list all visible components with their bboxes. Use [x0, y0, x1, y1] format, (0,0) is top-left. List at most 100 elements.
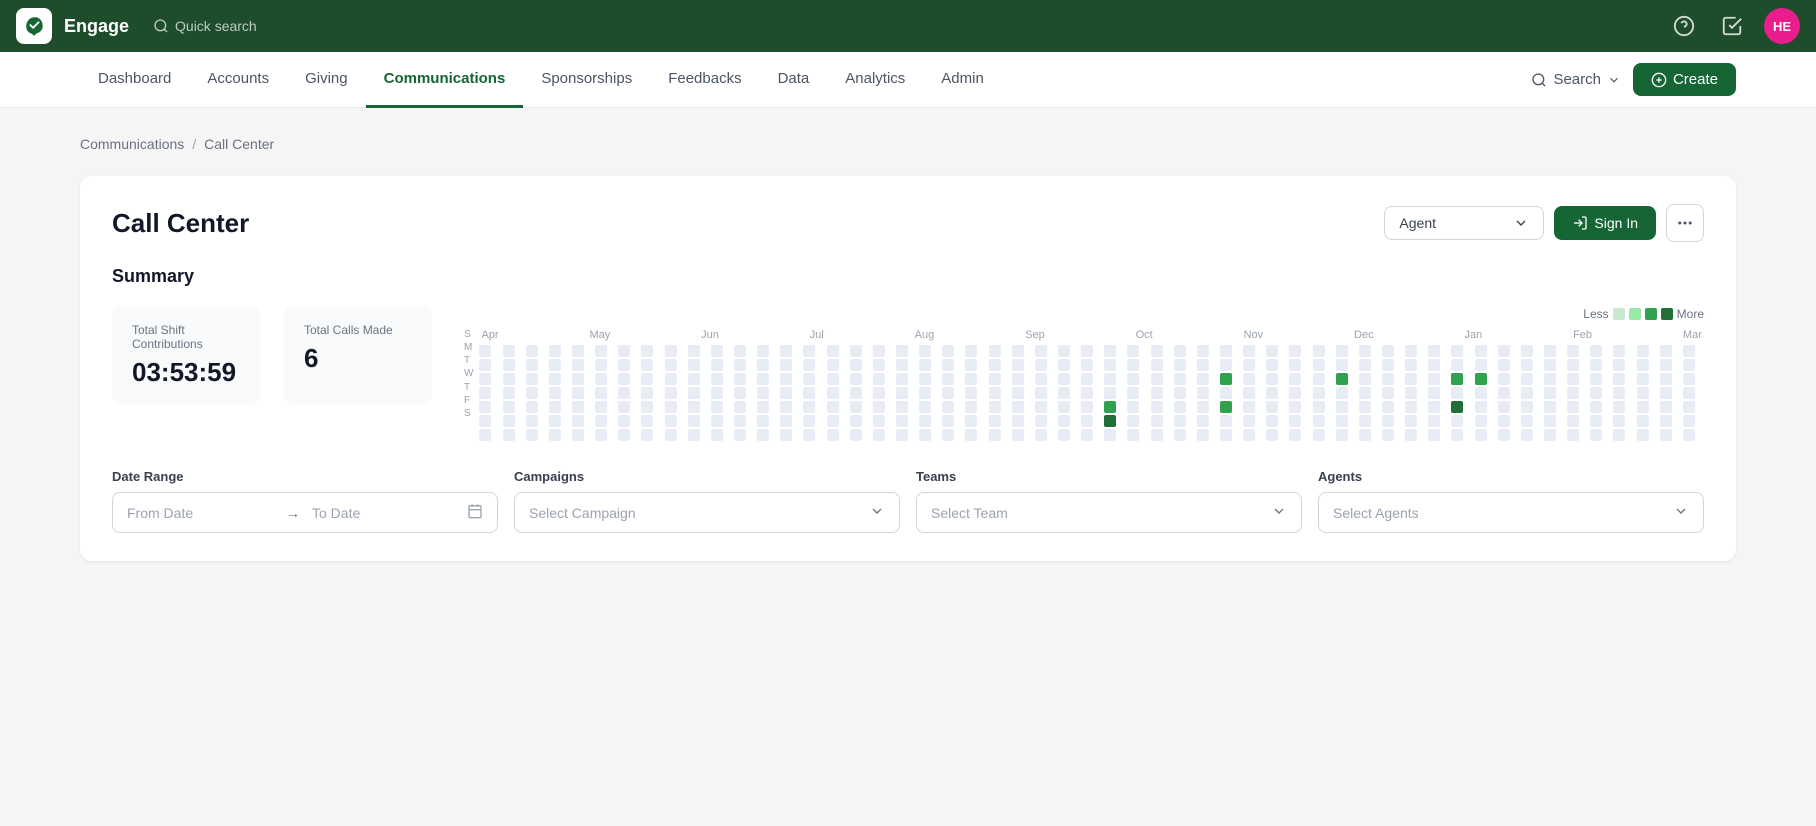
sign-in-button[interactable]: Sign In: [1554, 206, 1656, 240]
heatmap-cell: [1220, 429, 1232, 441]
heatmap-cell: [1289, 359, 1301, 371]
heatmap-cell: [873, 429, 885, 441]
heatmap-cell: [942, 415, 954, 427]
heatmap-cell: [1382, 415, 1394, 427]
heatmap-cell: [1127, 345, 1139, 357]
heatmap-cell: [526, 401, 538, 413]
heatmap-cell: [1058, 359, 1070, 371]
heatmap-cell: [896, 401, 908, 413]
heatmap-cell: [1498, 401, 1510, 413]
heatmap-cell: [1544, 373, 1556, 385]
create-button[interactable]: Create: [1633, 63, 1736, 96]
heatmap-cell: [711, 387, 723, 399]
heatmap-cell: [618, 345, 630, 357]
heatmap-cell: [641, 401, 653, 413]
heatmap-cell: [1197, 373, 1209, 385]
nav-item-data[interactable]: Data: [760, 52, 828, 108]
heatmap-cell: [1683, 345, 1695, 357]
heatmap-body: Apr May Jun Jul Aug Sep Oct Nov Dec Jan: [479, 329, 1704, 441]
campaigns-placeholder: Select Campaign: [529, 505, 861, 521]
agents-input[interactable]: Select Agents: [1318, 492, 1704, 533]
legend-less: Less: [1583, 307, 1608, 321]
nav-item-accounts[interactable]: Accounts: [189, 52, 287, 108]
from-date-placeholder: From Date: [127, 505, 274, 521]
heatmap-cell: [827, 359, 839, 371]
heatmap-cell: [1451, 429, 1463, 441]
heatmap-cell: [1174, 373, 1186, 385]
heatmap-cell: [919, 429, 931, 441]
filter-agents: Agents Select Agents: [1318, 469, 1704, 533]
heatmap-cell: [896, 387, 908, 399]
filter-teams-label: Teams: [916, 469, 1302, 484]
nav-item-communications[interactable]: Communications: [366, 52, 524, 108]
search-icon: [153, 18, 169, 34]
heatmap-cell: [1660, 345, 1672, 357]
campaigns-input[interactable]: Select Campaign: [514, 492, 900, 533]
heatmap-cell: [503, 359, 515, 371]
heatmap-cell: [919, 373, 931, 385]
heatmap-cell: [850, 359, 862, 371]
heatmap-cell: [1660, 373, 1672, 385]
heatmap-cell: [641, 429, 653, 441]
heatmap-cell: [503, 387, 515, 399]
heatmap-cell: [1035, 373, 1047, 385]
heatmap-cell: [827, 401, 839, 413]
top-bar: Engage Quick search HE: [0, 0, 1816, 52]
heatmap-cell: [1012, 387, 1024, 399]
nav-item-sponsorships[interactable]: Sponsorships: [523, 52, 650, 108]
nav-item-analytics[interactable]: Analytics: [827, 52, 923, 108]
heatmap-cell: [1151, 401, 1163, 413]
nav-item-feedbacks[interactable]: Feedbacks: [650, 52, 759, 108]
stat-shift-label: Total Shift Contributions: [132, 323, 240, 351]
heatmap-cell: [1359, 401, 1371, 413]
heatmap-cell: [1058, 415, 1070, 427]
teams-input[interactable]: Select Team: [916, 492, 1302, 533]
heatmap-cell: [1521, 387, 1533, 399]
heatmap-cell: [572, 345, 584, 357]
heatmap-cell: [803, 373, 815, 385]
heatmap-cell: [989, 345, 1001, 357]
more-button[interactable]: [1666, 204, 1704, 242]
heatmap-cell: [711, 359, 723, 371]
heatmap-cell: [665, 387, 677, 399]
agents-placeholder: Select Agents: [1333, 505, 1665, 521]
heatmap-cell: [1058, 401, 1070, 413]
heatmap-cell: [1243, 429, 1255, 441]
heatmap-cell: [1590, 429, 1602, 441]
heatmap-cell: [1151, 387, 1163, 399]
nav-item-admin[interactable]: Admin: [923, 52, 1002, 108]
summary-stats: Total Shift Contributions 03:53:59 Total…: [112, 307, 432, 441]
nav-item-giving[interactable]: Giving: [287, 52, 366, 108]
breadcrumb-parent[interactable]: Communications: [80, 136, 184, 152]
heatmap-cell: [827, 387, 839, 399]
heatmap-cell: [641, 387, 653, 399]
nav-search[interactable]: Search: [1531, 71, 1621, 88]
nav-item-dashboard[interactable]: Dashboard: [80, 52, 189, 108]
heatmap-cell: [618, 401, 630, 413]
heatmap-cell: [1127, 373, 1139, 385]
app-logo[interactable]: [16, 8, 52, 44]
heatmap-cell: [688, 359, 700, 371]
agent-selector[interactable]: Agent: [1384, 206, 1544, 240]
heatmap-cell: [989, 359, 1001, 371]
date-range-input[interactable]: From Date → To Date: [112, 492, 498, 533]
page-card: Call Center Agent Sign In: [80, 176, 1736, 561]
user-avatar[interactable]: HE: [1764, 8, 1800, 44]
heatmap-cell: [734, 429, 746, 441]
heatmap-cell: [1544, 429, 1556, 441]
heatmap-cell: [965, 401, 977, 413]
stat-shift-value: 03:53:59: [132, 357, 240, 388]
heatmap-cell: [549, 429, 561, 441]
nav-search-label: Search: [1553, 71, 1601, 88]
secondary-nav: Dashboard Accounts Giving Communications…: [0, 52, 1816, 108]
heatmap-cell: [1104, 415, 1116, 427]
heatmap-cell: [526, 387, 538, 399]
quick-search-label: Quick search: [175, 18, 257, 34]
heatmap-cell: [1058, 373, 1070, 385]
help-button[interactable]: [1668, 10, 1700, 42]
quick-search[interactable]: Quick search: [153, 18, 257, 34]
notifications-button[interactable]: [1716, 10, 1748, 42]
heatmap-cell: [1475, 415, 1487, 427]
heatmap-cell: [1544, 401, 1556, 413]
heatmap-grid-wrapper: S M T W T F S Apr May Jun: [464, 329, 1704, 441]
